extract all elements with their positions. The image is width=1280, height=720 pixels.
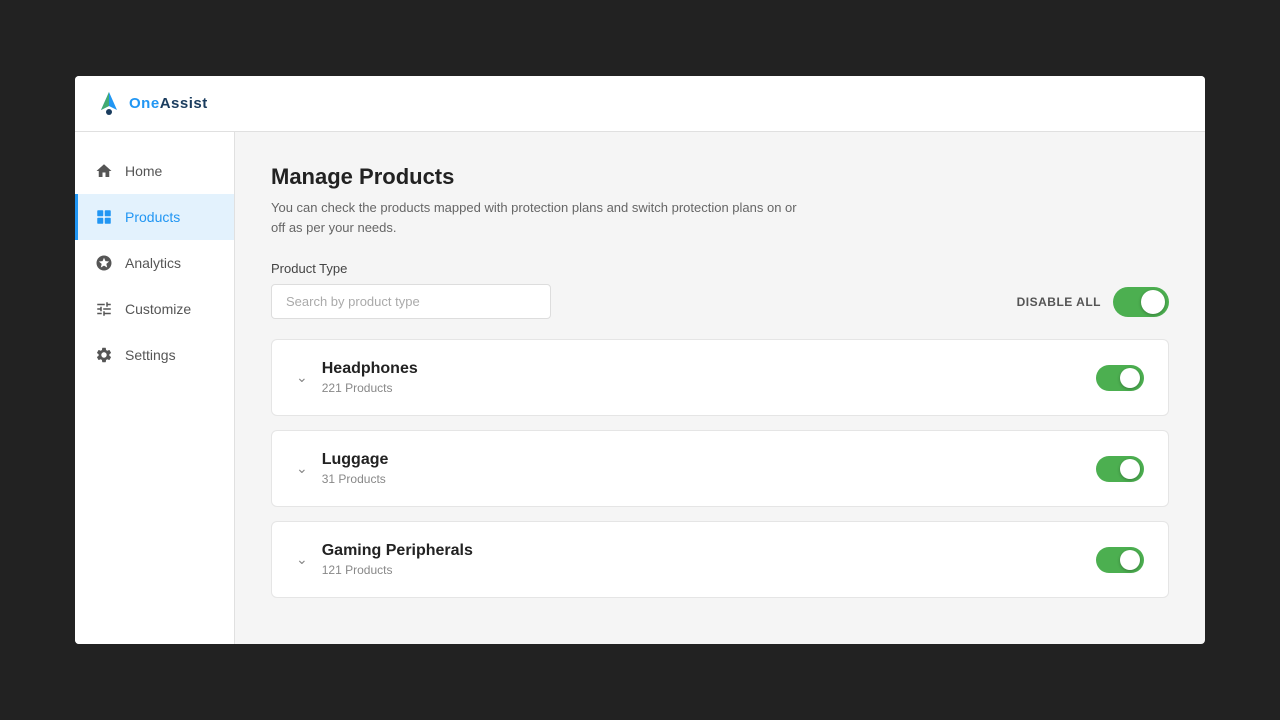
sidebar-item-home[interactable]: Home bbox=[75, 148, 234, 194]
customize-icon bbox=[95, 300, 113, 318]
page-title: Manage Products bbox=[271, 164, 1169, 190]
chevron-down-icon-gaming[interactable]: ⌄ bbox=[296, 551, 308, 568]
sidebar-item-analytics[interactable]: Analytics bbox=[75, 240, 234, 286]
sidebar-item-products-label: Products bbox=[125, 209, 180, 225]
logo-icon bbox=[95, 90, 123, 118]
product-info-headphones: ⌄ Headphones 221 Products bbox=[296, 360, 418, 395]
toggle-headphones[interactable] bbox=[1096, 365, 1144, 391]
product-info-luggage: ⌄ Luggage 31 Products bbox=[296, 451, 388, 486]
product-count-gaming: 121 Products bbox=[322, 563, 473, 577]
products-icon bbox=[95, 208, 113, 226]
sidebar-item-settings[interactable]: Settings bbox=[75, 332, 234, 378]
product-name-luggage: Luggage bbox=[322, 451, 389, 469]
product-card-gaming: ⌄ Gaming Peripherals 121 Products bbox=[271, 521, 1169, 598]
product-name-headphones: Headphones bbox=[322, 360, 418, 378]
logo: OneAssist bbox=[95, 90, 208, 118]
main-layout: Home Products bbox=[75, 132, 1205, 644]
sidebar-item-customize[interactable]: Customize bbox=[75, 286, 234, 332]
search-box bbox=[271, 284, 551, 319]
product-card-luggage: ⌄ Luggage 31 Products bbox=[271, 430, 1169, 507]
disable-all-label: DISABLE ALL bbox=[1017, 295, 1101, 309]
product-info-gaming: ⌄ Gaming Peripherals 121 Products bbox=[296, 542, 473, 577]
product-details-headphones: Headphones 221 Products bbox=[322, 360, 418, 395]
sidebar-item-home-label: Home bbox=[125, 163, 162, 179]
logo-text: OneAssist bbox=[129, 95, 208, 112]
product-type-label: Product Type bbox=[271, 261, 1169, 276]
product-details-luggage: Luggage 31 Products bbox=[322, 451, 389, 486]
sidebar-item-customize-label: Customize bbox=[125, 301, 191, 317]
product-name-gaming: Gaming Peripherals bbox=[322, 542, 473, 560]
product-count-luggage: 31 Products bbox=[322, 472, 389, 486]
disable-all-section: DISABLE ALL bbox=[1017, 287, 1169, 317]
product-details-gaming: Gaming Peripherals 121 Products bbox=[322, 542, 473, 577]
sidebar: Home Products bbox=[75, 132, 235, 644]
content-area: Manage Products You can check the produc… bbox=[235, 132, 1205, 644]
search-toggle-row: DISABLE ALL bbox=[271, 284, 1169, 319]
disable-all-toggle[interactable] bbox=[1113, 287, 1169, 317]
toggle-luggage[interactable] bbox=[1096, 456, 1144, 482]
analytics-icon bbox=[95, 254, 113, 272]
header: OneAssist bbox=[75, 76, 1205, 132]
chevron-down-icon-luggage[interactable]: ⌄ bbox=[296, 460, 308, 477]
sidebar-item-analytics-label: Analytics bbox=[125, 255, 181, 271]
chevron-down-icon-headphones[interactable]: ⌄ bbox=[296, 369, 308, 386]
home-icon bbox=[95, 162, 113, 180]
settings-icon bbox=[95, 346, 113, 364]
search-input[interactable] bbox=[271, 284, 551, 319]
product-count-headphones: 221 Products bbox=[322, 381, 418, 395]
app-window: OneAssist Home bbox=[75, 76, 1205, 644]
toggle-gaming[interactable] bbox=[1096, 547, 1144, 573]
sidebar-item-products[interactable]: Products bbox=[75, 194, 234, 240]
page-description: You can check the products mapped with p… bbox=[271, 198, 811, 237]
product-card-headphones: ⌄ Headphones 221 Products bbox=[271, 339, 1169, 416]
sidebar-item-settings-label: Settings bbox=[125, 347, 176, 363]
